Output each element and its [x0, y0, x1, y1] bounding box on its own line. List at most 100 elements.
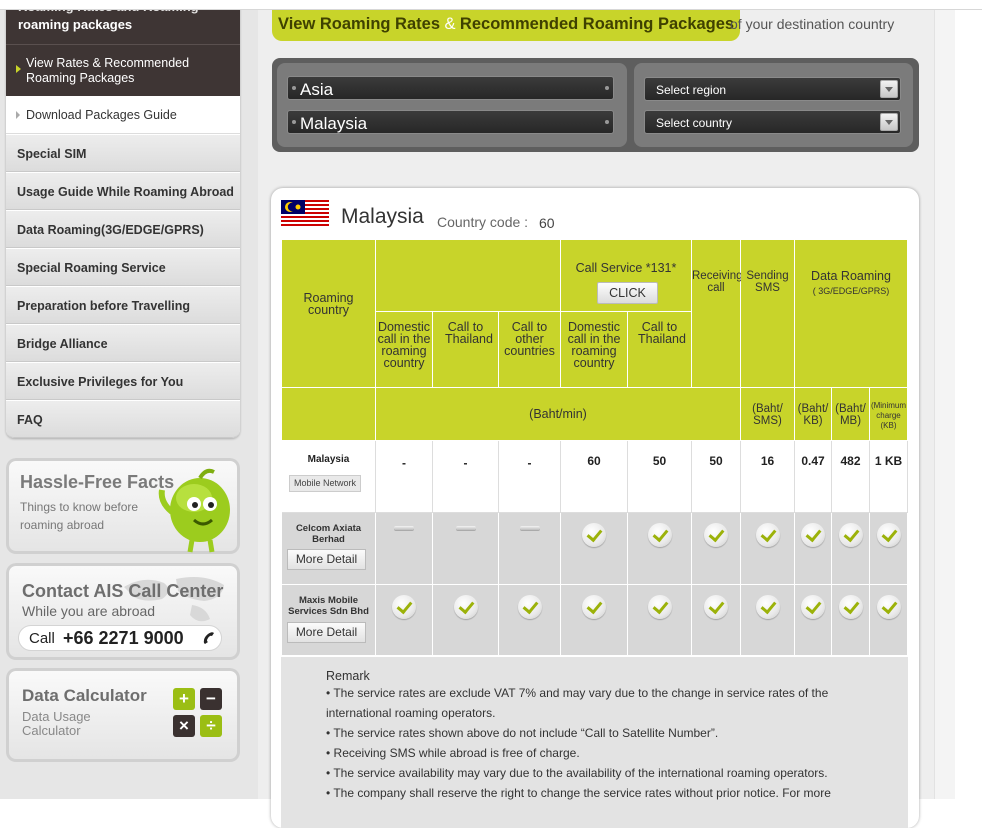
- call-service-label: Call Service *131*: [575, 261, 677, 275]
- sidebar-item-bridge-alliance[interactable]: Bridge Alliance: [6, 324, 240, 362]
- data-roaming-sub-label: ( 3G/EDGE/GPRS): [812, 286, 890, 296]
- unit-baht-sms: (Baht/ SMS): [741, 388, 795, 441]
- check-icon: [755, 523, 780, 547]
- sidebar-item-faq[interactable]: FAQ: [6, 400, 240, 438]
- minus-icon: −: [200, 688, 222, 710]
- dash-icon: [519, 526, 540, 530]
- sidebar-item-privileges[interactable]: Exclusive Privileges for You: [6, 362, 240, 400]
- sidebar-item-preparation[interactable]: Preparation before Travelling: [6, 286, 240, 324]
- sidebar-item-special-sim[interactable]: Special SIM: [6, 134, 240, 172]
- status-cell: [628, 513, 692, 585]
- status-cell: [433, 585, 499, 656]
- remark-item: • The company shall reserve the right to…: [326, 786, 831, 800]
- selected-destination-panel: Asia Malaysia: [277, 63, 627, 147]
- status-cell: [561, 585, 628, 656]
- rate-sending-sms: 16: [741, 441, 795, 513]
- country-code: 60: [539, 215, 555, 231]
- check-icon: [755, 595, 780, 619]
- header-roaming-country: Roaming country: [282, 240, 376, 388]
- unit-min-charge: (Minimum charge (KB): [870, 388, 908, 441]
- data-roaming-label: Data Roaming: [811, 269, 891, 283]
- remark-item: • The service availability may vary due …: [326, 766, 828, 780]
- page-title-suffix: of your destination country: [730, 16, 895, 32]
- header-data-roaming: Data Roaming ( 3G/EDGE/GPRS): [795, 240, 908, 388]
- hassle-free-facts-banner[interactable]: Hassle-Free Facts Things to know before …: [6, 458, 240, 554]
- sidebar-item-label: View Rates & Recommended Roaming Package…: [26, 56, 190, 85]
- header-domestic-call: Domestic call in the roaming country: [376, 312, 433, 388]
- rate-min-charge: 1 KB: [870, 441, 908, 513]
- call-label: Call: [29, 630, 55, 647]
- check-icon: [876, 595, 901, 619]
- destination-selector: Asia Malaysia Select region Select count…: [272, 58, 919, 152]
- calculator-subtitle: Data Usage Calculator: [22, 709, 91, 738]
- sidebar: Roaming Rates and Roaming roaming packag…: [0, 0, 258, 799]
- remark-title: Remark: [326, 669, 370, 683]
- header-call-service: Call Service *131* CLICK: [561, 240, 692, 312]
- sidebar-item-download-guide[interactable]: Download Packages Guide: [6, 96, 240, 134]
- country-name: Malaysia: [341, 205, 424, 228]
- page-right-margin: [934, 0, 955, 799]
- sidebar-item-view-rates[interactable]: View Rates & Recommended Roaming Package…: [6, 44, 240, 96]
- page-title-banner: View Roaming Rates & Recommended Roaming…: [272, 8, 741, 41]
- more-detail-button[interactable]: More Detail: [287, 622, 366, 643]
- rate-domestic-call: -: [376, 441, 433, 513]
- check-icon: [647, 595, 672, 619]
- dash-icon: [455, 526, 476, 530]
- check-icon: [582, 595, 606, 619]
- header-domestic-call-131: Domestic call in the roaming country: [561, 312, 628, 388]
- data-calculator-banner[interactable]: Data Calculator Data Usage Calculator + …: [6, 668, 240, 762]
- country-code-label: Country code :: [437, 214, 529, 230]
- status-cell: [832, 513, 870, 585]
- remark-item: • Receiving SMS while abroad is free of …: [326, 746, 580, 760]
- rates-row-country-cell: Malaysia Mobile Network: [282, 441, 376, 513]
- multiply-icon: ×: [173, 715, 195, 737]
- status-cell: [692, 585, 741, 656]
- country-dropdown[interactable]: Select country: [644, 110, 901, 134]
- country-dropdown-label: Select country: [656, 116, 733, 130]
- call-service-click-button[interactable]: CLICK: [597, 282, 658, 304]
- check-icon: [582, 523, 606, 547]
- chevron-down-icon[interactable]: [880, 113, 898, 131]
- status-cell: [832, 585, 870, 656]
- top-border: [0, 0, 982, 10]
- unit-baht-mb: (Baht/ MB): [832, 388, 870, 441]
- header-receiving-call: Receiving call: [692, 240, 743, 388]
- region-dropdown[interactable]: Select region: [644, 77, 901, 101]
- contact-title: Contact AIS Call Center: [22, 581, 224, 601]
- more-detail-button[interactable]: More Detail: [287, 549, 366, 570]
- header-blank: [376, 240, 561, 312]
- selected-region-field: Asia: [287, 76, 614, 100]
- sidebar-item-data-roaming[interactable]: Data Roaming(3G/EDGE/GPRS): [6, 210, 240, 248]
- sidebar-item-special-roaming[interactable]: Special Roaming Service: [6, 248, 240, 286]
- call-number-pill[interactable]: Call +66 2271 9000: [18, 625, 222, 651]
- chevron-down-icon[interactable]: [880, 80, 898, 98]
- check-icon: [453, 595, 478, 619]
- status-cell: [561, 513, 628, 585]
- status-cell: [628, 585, 692, 656]
- contact-subtitle: While you are abroad: [22, 603, 156, 619]
- hassle-subtitle: Things to know before roaming abroad: [20, 500, 139, 532]
- check-icon: [801, 595, 825, 619]
- rate-baht-kb: 0.47: [795, 441, 832, 513]
- main-content: View Roaming Rates & Recommended Roaming…: [258, 0, 934, 828]
- mascot-icon: [158, 468, 230, 553]
- sidebar-item-usage-guide[interactable]: Usage Guide While Roaming Abroad: [6, 172, 240, 210]
- arrow-right-icon: [16, 111, 20, 119]
- dash-icon: [394, 526, 414, 530]
- header-unit-blank: [282, 388, 376, 441]
- rate-domestic-call-131: 60: [561, 441, 628, 513]
- status-cell: [741, 585, 795, 656]
- check-icon: [392, 595, 416, 619]
- status-cell: [870, 585, 908, 656]
- selected-country-field: Malaysia: [287, 110, 614, 134]
- country-rates-card: Malaysia Country code : 60 Roaming count…: [271, 188, 919, 828]
- sidebar-item-label: Download Packages Guide: [26, 108, 177, 122]
- rates-row-country: Malaysia: [307, 454, 350, 465]
- check-icon: [517, 595, 542, 619]
- dropdown-panel: Select region Select country: [634, 63, 913, 147]
- contact-call-center-banner[interactable]: Contact AIS Call Center While you are ab…: [6, 563, 240, 660]
- sidebar-item-label: roaming packages: [18, 17, 133, 32]
- header-sending-sms: Sending SMS: [741, 240, 795, 388]
- rate-receiving-call: 50: [692, 441, 741, 513]
- status-cell: [433, 513, 499, 585]
